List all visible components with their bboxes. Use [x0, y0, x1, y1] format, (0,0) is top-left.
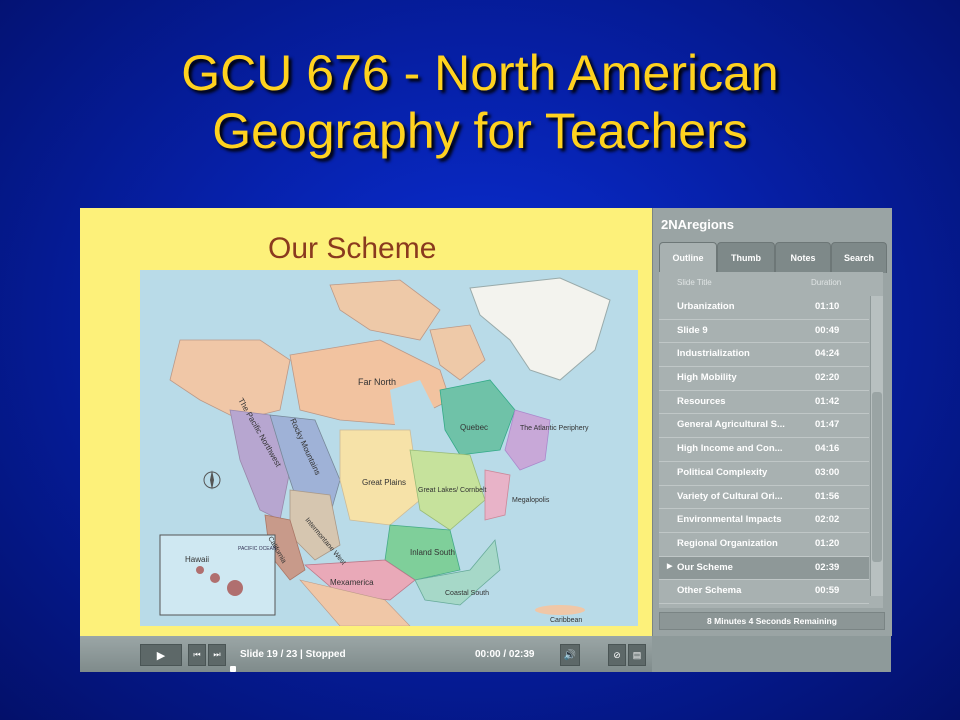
- play-icon: ▶: [156, 649, 166, 662]
- label-inland-south: Inland South: [410, 548, 455, 557]
- label-quebec: Quebec: [460, 423, 488, 432]
- label-great-lakes: Great Lakes/ Cornbelt: [418, 487, 487, 494]
- outline-row[interactable]: Environmental Impacts 02:02: [659, 509, 869, 533]
- outline-row-duration: 04:24: [815, 348, 840, 360]
- outline-row-duration: 01:10: [815, 301, 840, 312]
- outline-row[interactable]: Industrialization 04:24: [659, 343, 869, 368]
- outline-row-duration: 01:42: [815, 395, 840, 407]
- outline-row-title: Variety of Cultural Ori...: [677, 490, 783, 502]
- tab-thumb[interactable]: Thumb: [717, 242, 775, 273]
- label-hawaii: Hawaii: [185, 555, 209, 564]
- outline-row[interactable]: Resources 01:42: [659, 391, 869, 415]
- outline-row-title: Urbanization: [677, 301, 735, 312]
- outline-row-title: Slide 9: [677, 324, 708, 336]
- outline-row-title: Other Schema: [677, 585, 742, 597]
- outline-row-title: High Income and Con...: [677, 443, 783, 455]
- outline-row-duration: 02:39: [815, 561, 840, 573]
- play-button[interactable]: ▶: [140, 644, 182, 666]
- stage-title: Our Scheme: [268, 232, 437, 265]
- presentation-player: Our Scheme Far North The Pacific Northwe…: [80, 208, 892, 672]
- volume-button[interactable]: 🔊: [560, 644, 580, 666]
- tab-search[interactable]: Search: [831, 242, 887, 273]
- outline-row-title: Regional Organization: [677, 537, 778, 549]
- outline-row-duration: 04:16: [815, 443, 840, 455]
- outline-row[interactable]: General Agricultural S... 01:47: [659, 414, 869, 439]
- label-atlantic: The Atlantic Periphery: [520, 425, 589, 432]
- sidebar: 2NAregions Outline Thumb Notes Search Sl…: [652, 208, 892, 636]
- label-coastal-south: Coastal South: [445, 590, 489, 597]
- label-pacific-ocean: PACIFIC OCEAN: [238, 546, 277, 552]
- skip-back-icon: ⏮: [193, 650, 201, 659]
- outline-row[interactable]: High Income and Con... 04:16: [659, 438, 869, 462]
- label-megalopolis: Megalopolis: [512, 497, 550, 504]
- outline-row-duration: 02:20: [815, 372, 840, 384]
- outline-row[interactable]: Readings and Discuss...01:26: [659, 604, 869, 608]
- skip-forward-icon: ⏭: [213, 650, 221, 659]
- outline-row-duration: 01:56: [815, 490, 840, 502]
- previous-slide-button[interactable]: ⏮: [188, 644, 206, 666]
- outline-row-title: Environmental Impacts: [677, 514, 782, 526]
- outline-row[interactable]: Other Schema 00:59: [659, 580, 869, 604]
- outline-row-duration: 01:20: [815, 537, 840, 549]
- paperclip-icon: ⊘: [613, 649, 621, 660]
- presentation-name: 2NAregions: [661, 217, 734, 232]
- label-mexamerica: Mexamerica: [330, 578, 374, 587]
- scrollbar-thumb[interactable]: [872, 392, 882, 562]
- layout-button[interactable]: ▤: [628, 644, 646, 666]
- outline-row-duration: 02:02: [815, 514, 840, 526]
- current-slide-arrow-icon: ▶: [667, 562, 673, 570]
- slide-title: GCU 676 - North American Geography for T…: [0, 44, 960, 160]
- outline-row[interactable]: High Mobility 02:20: [659, 367, 869, 391]
- label-great-plains: Great Plains: [362, 478, 406, 487]
- label-far-north: Far North: [358, 377, 396, 387]
- attachment-button[interactable]: ⊘: [608, 644, 626, 666]
- slide-status: Slide 19 / 23 | Stopped: [240, 649, 346, 660]
- outline-panel: Slide Title Duration Urbanization 01:10 Sl…: [659, 272, 883, 608]
- time-remaining: 8 Minutes 4 Seconds Remaining: [659, 612, 885, 630]
- tab-outline[interactable]: Outline: [659, 242, 717, 273]
- outline-row-title: Industrialization: [677, 348, 750, 360]
- outline-row-title: General Agricultural S...: [677, 419, 785, 431]
- outline-scrollbar[interactable]: [870, 296, 883, 596]
- outline-row-duration: 00:59: [815, 585, 840, 597]
- outline-row-duration: 01:47: [815, 419, 840, 431]
- outline-row[interactable]: Variety of Cultural Ori... 01:56: [659, 486, 869, 510]
- column-duration: Duration: [811, 278, 842, 287]
- outline-row-title: High Mobility: [677, 372, 737, 384]
- column-slide-title: Slide Title: [677, 278, 712, 287]
- slide-title-line2: Geography for Teachers: [212, 103, 748, 159]
- outline-row[interactable]: Urbanization 01:10: [659, 296, 869, 320]
- outline-row[interactable]: ▶ Our Scheme 02:39: [659, 556, 869, 581]
- outline-row-title: Our Scheme: [677, 561, 733, 573]
- north-america-map: Far North The Pacific Northwest Rocky Mo…: [140, 270, 638, 626]
- outline-row-duration: 03:00: [815, 466, 840, 478]
- slide-stage: Our Scheme Far North The Pacific Northwe…: [80, 208, 652, 636]
- outline-row-title: Political Complexity: [677, 466, 768, 478]
- playback-controls: ▶ ⏮ ⏭ Slide 19 / 23 | Stopped 00:00 / 02…: [80, 636, 652, 672]
- progress-handle[interactable]: [230, 666, 236, 672]
- outline-list: Urbanization 01:10 Slide 9 00:49 Industriali…: [659, 296, 869, 608]
- time-display: 00:00 / 02:39: [475, 649, 535, 660]
- panel-icon: ▤: [632, 649, 642, 660]
- speaker-icon: 🔊: [563, 649, 577, 661]
- outline-row-duration: 00:49: [815, 324, 840, 336]
- label-caribbean: Caribbean: [550, 617, 582, 624]
- outline-row[interactable]: Regional Organization 01:20: [659, 533, 869, 557]
- tab-notes[interactable]: Notes: [775, 242, 831, 273]
- outline-row[interactable]: Political Complexity 03:00: [659, 462, 869, 486]
- outline-row[interactable]: Slide 9 00:49: [659, 320, 869, 344]
- outline-row-title: Resources: [677, 395, 726, 407]
- slide-title-line1: GCU 676 - North American: [181, 45, 779, 101]
- next-slide-button[interactable]: ⏭: [208, 644, 226, 666]
